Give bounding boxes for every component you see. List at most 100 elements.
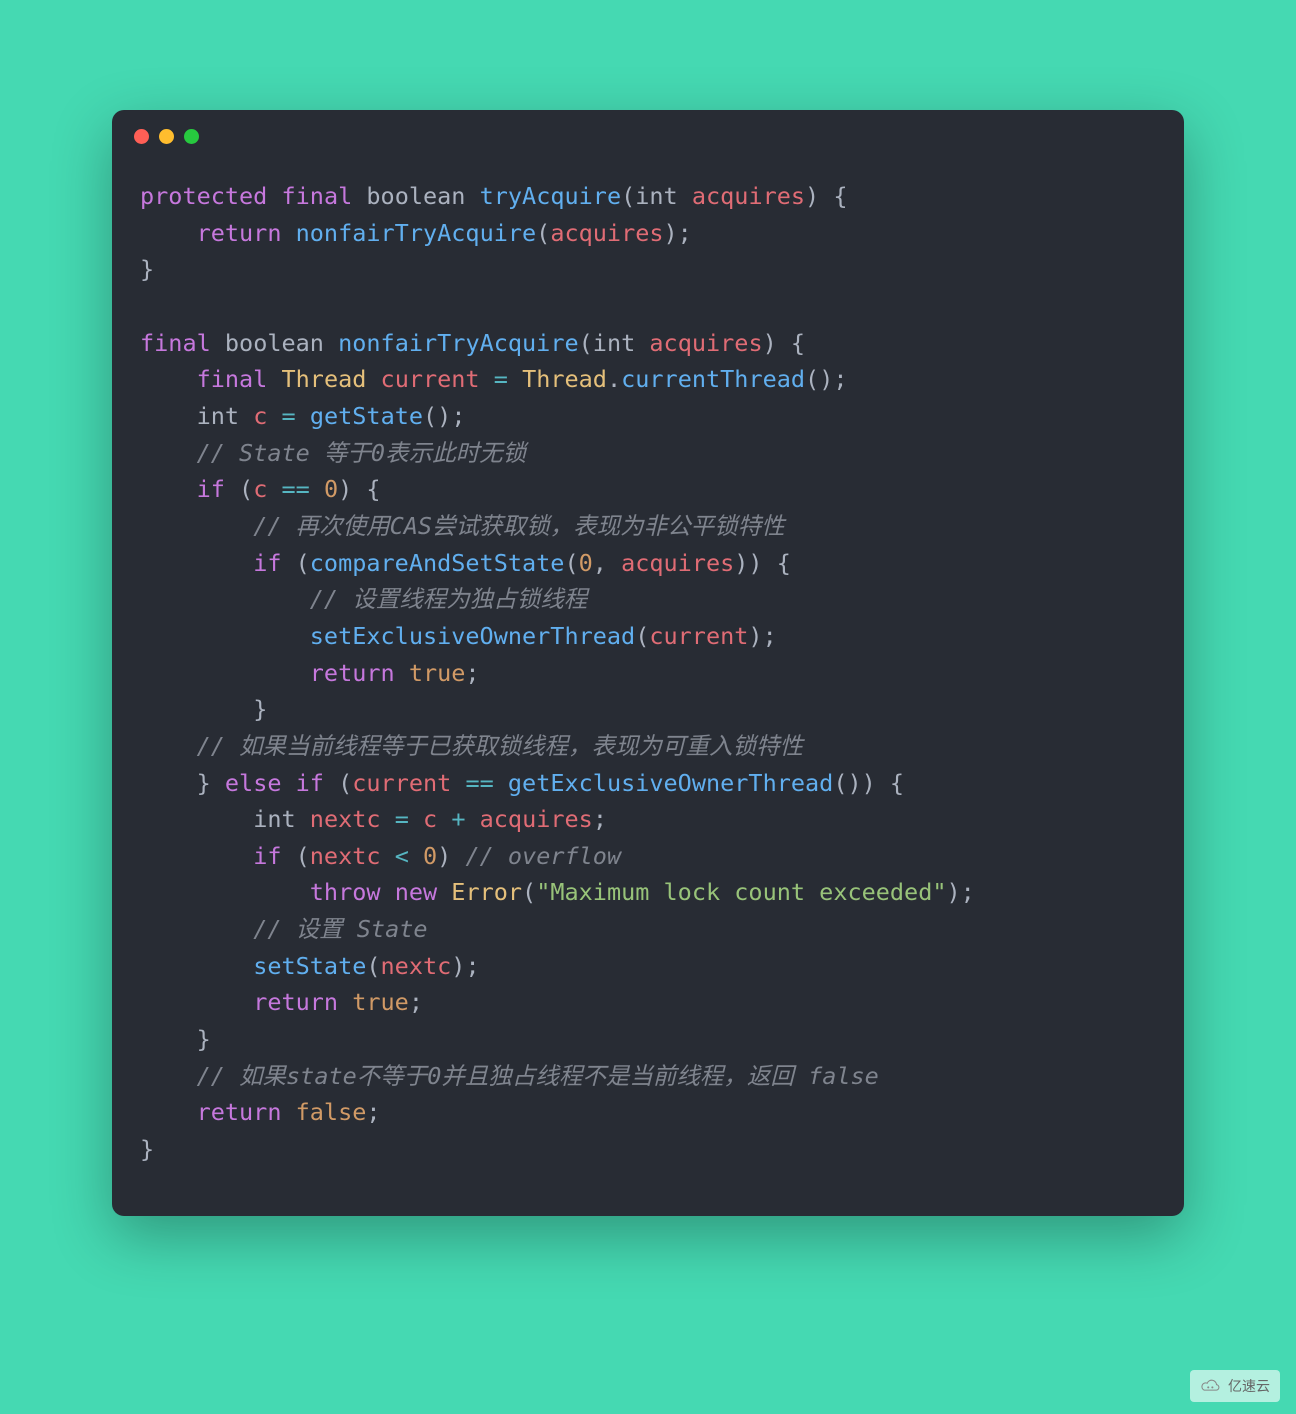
code-token: ; bbox=[465, 952, 479, 980]
code-token bbox=[140, 402, 197, 430]
code-token bbox=[239, 402, 253, 430]
code-token: final bbox=[282, 182, 353, 210]
code-token: // 再次使用CAS尝试获取锁，表现为非公平锁特性 bbox=[253, 512, 784, 540]
code-token: return bbox=[197, 219, 282, 247]
code-token: if bbox=[296, 769, 324, 797]
code-token: = bbox=[494, 365, 508, 393]
code-token: acquires bbox=[480, 805, 593, 833]
code-token: // overflow bbox=[465, 842, 621, 870]
code-token: } bbox=[140, 1135, 154, 1163]
code-token: , bbox=[593, 549, 607, 577]
code-token: == bbox=[465, 769, 493, 797]
code-token: acquires bbox=[649, 329, 762, 357]
code-token: 0 bbox=[324, 475, 338, 503]
code-token: protected bbox=[140, 182, 267, 210]
code-token: setExclusiveOwnerThread bbox=[310, 622, 635, 650]
code-token bbox=[395, 659, 409, 687]
code-token bbox=[140, 1098, 197, 1126]
code-token: { bbox=[763, 549, 791, 577]
code-token: ; bbox=[763, 622, 777, 650]
code-token bbox=[409, 805, 423, 833]
code-token bbox=[678, 182, 692, 210]
code-token: ()) bbox=[833, 769, 875, 797]
code-token: < bbox=[395, 842, 409, 870]
code-token: boolean bbox=[225, 329, 324, 357]
code-token: } bbox=[197, 769, 211, 797]
code-token bbox=[140, 1025, 197, 1053]
code-token: ( bbox=[522, 878, 536, 906]
code-token bbox=[338, 988, 352, 1016]
code-token: = bbox=[282, 402, 296, 430]
code-token bbox=[281, 219, 295, 247]
code-token: nextc bbox=[381, 952, 452, 980]
code-token bbox=[140, 769, 197, 797]
code-token: ) bbox=[437, 842, 451, 870]
code-token: // 设置线程为独占锁线程 bbox=[310, 585, 587, 613]
code-token: nonfairTryAcquire bbox=[338, 329, 579, 357]
code-token: ) bbox=[664, 219, 678, 247]
code-token: ) bbox=[451, 952, 465, 980]
code-token bbox=[211, 329, 225, 357]
code-token: () bbox=[423, 402, 451, 430]
code-token bbox=[296, 402, 310, 430]
code-token bbox=[140, 952, 253, 980]
code-block: protected final boolean tryAcquire(int a… bbox=[112, 162, 1184, 1216]
code-token bbox=[437, 805, 451, 833]
code-token: tryAcquire bbox=[480, 182, 621, 210]
code-token: int bbox=[593, 329, 635, 357]
code-token bbox=[607, 549, 621, 577]
code-token: acquires bbox=[550, 219, 663, 247]
maximize-icon[interactable] bbox=[184, 129, 199, 144]
code-token: } bbox=[197, 1025, 211, 1053]
code-token: ; bbox=[593, 805, 607, 833]
code-token bbox=[140, 805, 253, 833]
code-token: // 设置 State bbox=[253, 915, 427, 943]
code-token: ; bbox=[366, 1098, 380, 1126]
code-token: { bbox=[777, 329, 805, 357]
code-token: ( bbox=[366, 952, 380, 980]
minimize-icon[interactable] bbox=[159, 129, 174, 144]
code-token: } bbox=[140, 255, 154, 283]
code-token bbox=[282, 769, 296, 797]
code-token: c bbox=[423, 805, 437, 833]
code-token bbox=[267, 182, 281, 210]
code-token: + bbox=[451, 805, 465, 833]
code-token bbox=[140, 549, 253, 577]
code-token: false bbox=[296, 1098, 367, 1126]
code-token bbox=[494, 769, 508, 797]
code-token: new bbox=[395, 878, 437, 906]
code-token bbox=[381, 842, 395, 870]
code-token: int bbox=[197, 402, 239, 430]
code-token: ( bbox=[536, 219, 550, 247]
code-token: ( bbox=[324, 769, 352, 797]
code-token: == bbox=[282, 475, 310, 503]
code-token bbox=[409, 842, 423, 870]
code-token bbox=[140, 512, 253, 540]
cloud-icon bbox=[1200, 1379, 1222, 1393]
code-token: // 如果state不等于0并且独占线程不是当前线程，返回 false bbox=[197, 1062, 879, 1090]
code-token: ; bbox=[451, 402, 465, 430]
code-token: return bbox=[197, 1098, 282, 1126]
code-token: true bbox=[409, 659, 466, 687]
code-token: ( bbox=[564, 549, 578, 577]
code-token bbox=[437, 878, 451, 906]
code-token: "Maximum lock count exceeded" bbox=[536, 878, 946, 906]
code-token: if bbox=[253, 549, 281, 577]
code-token: 0 bbox=[423, 842, 437, 870]
code-token bbox=[480, 365, 494, 393]
code-token: current bbox=[352, 769, 451, 797]
code-token bbox=[140, 475, 197, 503]
code-token bbox=[465, 182, 479, 210]
code-token: true bbox=[352, 988, 409, 1016]
close-icon[interactable] bbox=[134, 129, 149, 144]
code-token bbox=[140, 695, 253, 723]
code-token: ( bbox=[621, 182, 635, 210]
code-token: ; bbox=[833, 365, 847, 393]
code-token: c bbox=[253, 475, 267, 503]
code-token bbox=[352, 182, 366, 210]
code-token: acquires bbox=[621, 549, 734, 577]
code-token bbox=[451, 769, 465, 797]
watermark: 亿速云 bbox=[1190, 1370, 1280, 1402]
code-token bbox=[140, 842, 253, 870]
code-token: ( bbox=[281, 842, 309, 870]
